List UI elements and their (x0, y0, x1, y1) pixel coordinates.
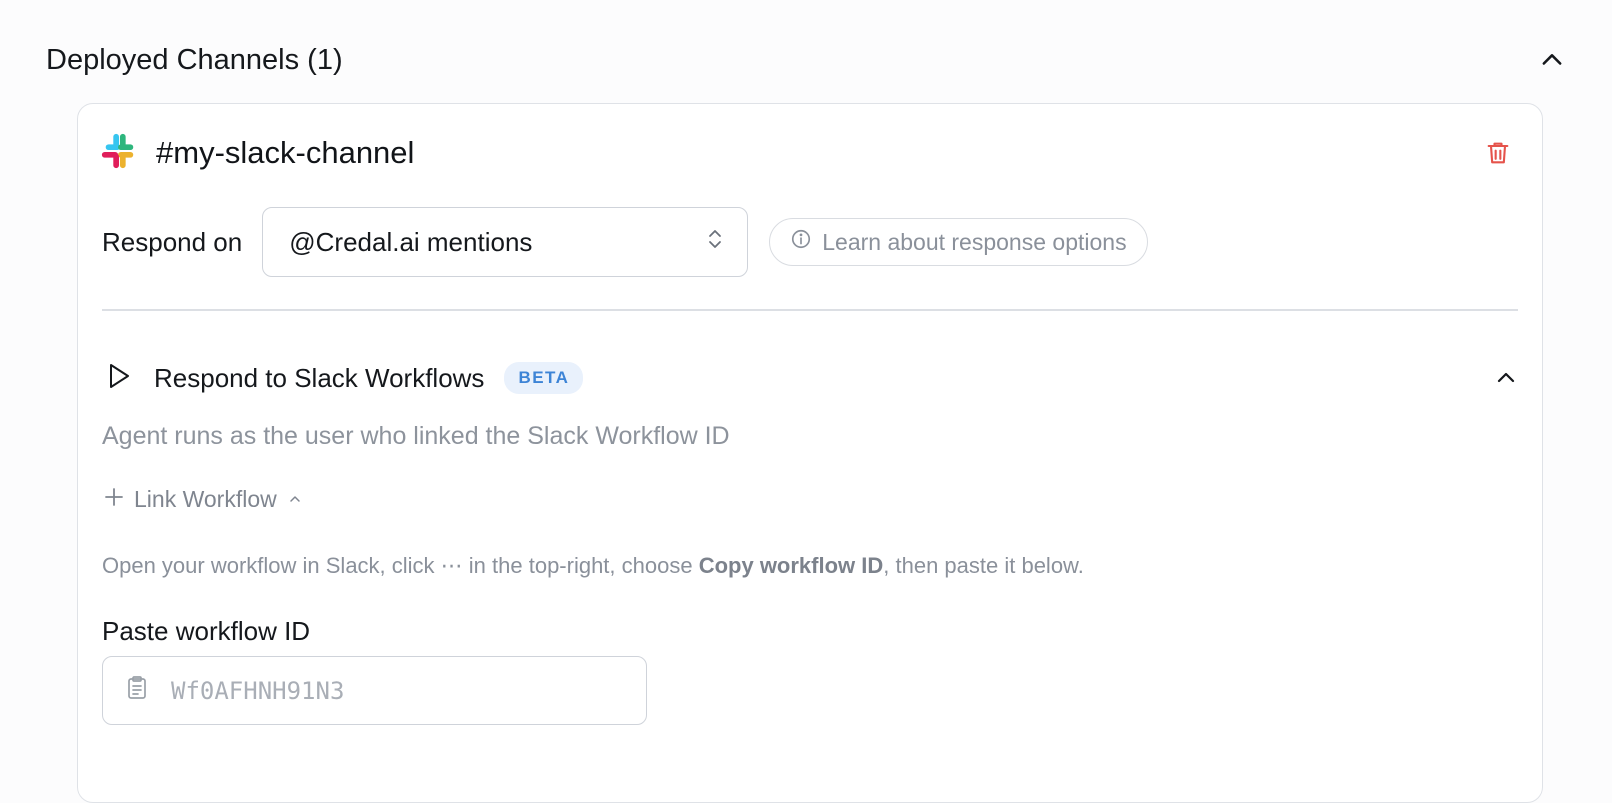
learn-response-options-label: Learn about response options (822, 228, 1127, 255)
channel-name: #my-slack-channel (156, 135, 415, 170)
chevron-up-icon[interactable] (1538, 46, 1566, 74)
divider (102, 309, 1518, 311)
paste-workflow-id-field[interactable] (102, 656, 647, 725)
respond-row: Respond on @Credal.ai mentions Learn abo… (102, 207, 1148, 277)
respond-select-value: @Credal.ai mentions (289, 226, 533, 257)
chevron-up-icon (287, 486, 303, 513)
paste-workflow-id-input[interactable] (171, 676, 631, 705)
info-icon (790, 228, 812, 256)
play-icon (106, 362, 132, 395)
link-workflow-button[interactable]: Link Workflow (104, 484, 303, 514)
channel-row: #my-slack-channel (100, 132, 1512, 174)
workflow-instructions: Open your workflow in Slack, click ⋯ in … (102, 553, 1084, 578)
plus-icon (104, 486, 124, 513)
beta-badge: BETA (504, 362, 584, 394)
workflows-header[interactable]: Respond to Slack Workflows BETA (106, 356, 1518, 400)
chevron-up-icon[interactable] (1494, 366, 1518, 390)
clipboard-icon (125, 675, 149, 706)
learn-response-options-button[interactable]: Learn about response options (769, 218, 1148, 266)
workflows-description: Agent runs as the user who linked the Sl… (102, 422, 730, 450)
section-header[interactable]: Deployed Channels (1) (46, 38, 1566, 82)
respond-select[interactable]: @Credal.ai mentions (262, 207, 749, 277)
section-title: Deployed Channels (1) (46, 43, 343, 76)
workflows-title: Respond to Slack Workflows (154, 362, 485, 393)
respond-label: Respond on (102, 226, 243, 257)
trash-icon[interactable] (1484, 139, 1512, 167)
paste-workflow-id-label: Paste workflow ID (102, 616, 311, 646)
chevron-up-down-icon (705, 226, 725, 259)
more-dots-icon: ⋯ (440, 553, 463, 578)
link-workflow-label: Link Workflow (134, 485, 277, 512)
channel-card: #my-slack-channel Respond on @Credal.ai … (77, 103, 1543, 803)
slack-logo-icon (100, 132, 138, 175)
